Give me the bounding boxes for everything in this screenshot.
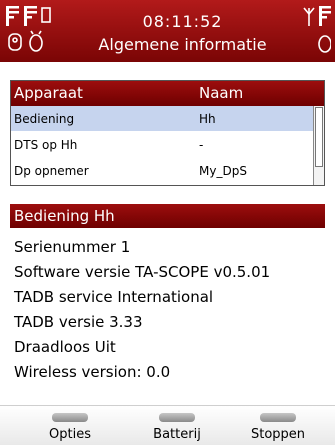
- device-table: Apparaat Naam Bediening Hh DTS op Hh - D…: [10, 80, 325, 186]
- softkey-knob: [159, 413, 195, 422]
- cell-device: Dp opnemer: [14, 164, 89, 178]
- softkey-label: Batterij: [153, 427, 201, 442]
- scrollbar-thumb[interactable]: [315, 107, 323, 167]
- antenna-icon: [303, 7, 315, 26]
- cell-name: My_DpS: [199, 164, 247, 178]
- status-icons-left: [6, 4, 64, 56]
- cell-device: DTS op Hh: [14, 138, 78, 152]
- device-screen: 08:11:52 Algemene informatie Apparaat Na…: [0, 0, 335, 445]
- column-header-apparaat: Apparaat: [14, 84, 83, 102]
- batterij-button[interactable]: Batterij: [137, 406, 217, 446]
- cell-device: Bediening: [14, 112, 75, 126]
- table-row-bediening[interactable]: Bediening Hh: [11, 106, 314, 131]
- sensor-icon-right: [318, 35, 332, 53]
- valve-icon-3: [319, 6, 331, 26]
- detail-tadb-service: TADB service International: [14, 288, 214, 306]
- valve-icon-2: [24, 6, 37, 26]
- opties-button[interactable]: Opties: [30, 406, 110, 446]
- sensor-icon: [8, 30, 43, 52]
- softkey-knob: [260, 413, 296, 422]
- table-header: Apparaat Naam: [11, 81, 324, 106]
- table-scrollbar[interactable]: [313, 106, 324, 185]
- detail-software: Software versie TA-SCOPE v0.5.01: [14, 263, 271, 281]
- softkey-label: Opties: [49, 427, 91, 442]
- table-row-dp-opnemer[interactable]: Dp opnemer My_DpS: [11, 158, 314, 183]
- battery-icon: [41, 7, 51, 23]
- softkey-knob: [52, 413, 88, 422]
- detail-wireless-version: Wireless version: 0.0: [14, 363, 171, 381]
- detail-tadb-version: TADB versie 3.33: [14, 313, 143, 331]
- page-title: Algemene informatie: [98, 35, 267, 54]
- details-header: Bediening Hh: [10, 204, 325, 228]
- detail-serial: Serienummer 1: [14, 238, 131, 256]
- status-icons-right: [303, 4, 332, 56]
- details-list: Serienummer 1 Software versie TA-SCOPE v…: [14, 235, 324, 385]
- header-center: 08:11:52 Algemene informatie: [70, 12, 295, 54]
- softkey-label: Stoppen: [250, 427, 306, 442]
- table-row-dts[interactable]: DTS op Hh -: [11, 132, 314, 157]
- softkey-bar: Opties Batterij Stoppen: [0, 405, 335, 445]
- column-header-naam: Naam: [199, 84, 244, 102]
- detail-wireless: Draadloos Uit: [14, 338, 116, 356]
- stoppen-button[interactable]: Stoppen: [238, 406, 318, 446]
- cell-name: -: [199, 138, 204, 152]
- valve-icon: [6, 6, 19, 26]
- cell-name: Hh: [199, 112, 216, 126]
- title-bar: 08:11:52 Algemene informatie: [0, 0, 335, 62]
- clock: 08:11:52: [142, 12, 223, 31]
